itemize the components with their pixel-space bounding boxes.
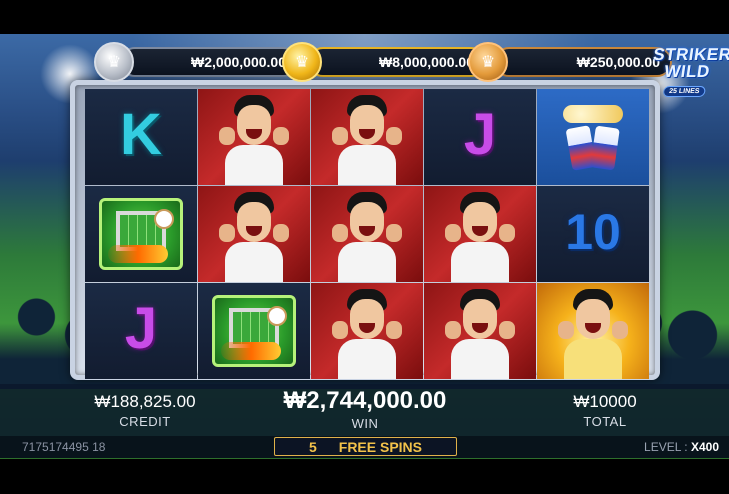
gold-crown-medal-icon: ♛ [282, 42, 322, 82]
credit-value: ₩188,825.00 [94, 392, 196, 411]
logo-lines-badge: 25 LINES [662, 86, 707, 97]
symbol-letter-k: K [85, 89, 197, 185]
symbol-goal-wild [198, 283, 310, 379]
symbol-player [311, 89, 423, 185]
total-label: TOTAL [583, 414, 627, 429]
logo-line-1: STRIKER [652, 45, 729, 64]
free-spins-label: FREE SPINS [338, 438, 423, 455]
player-icon [445, 289, 515, 379]
silver-crown-medal-icon: ♛ [94, 42, 134, 82]
beer-cans-icon [563, 105, 623, 171]
letter-j-text: J [463, 102, 497, 167]
symbol-letter-j: J [424, 89, 536, 185]
player-gold-icon [558, 289, 628, 379]
player-icon [219, 192, 289, 282]
number-10-text: 10 [565, 204, 621, 260]
credit-display: ₩188,825.00 CREDIT [60, 392, 230, 429]
letterbox-top [0, 0, 729, 34]
jackpot-gold-value: ₩8,000,000.00 [308, 47, 486, 77]
player-icon [332, 95, 402, 185]
player-icon [332, 192, 402, 282]
jackpot-bronze: ♛ ₩250,000.00 [468, 42, 672, 82]
reel-grid: K J J 10 [85, 89, 649, 379]
letter-j-text: J [124, 296, 158, 361]
total-bet-display[interactable]: ₩10000 TOTAL [540, 392, 670, 429]
win-value: ₩2,744,000.00 [283, 387, 447, 414]
credit-label: CREDIT [119, 414, 171, 429]
bottom-hud: ₩188,825.00 CREDIT ₩2,744,000.00 WIN ₩10… [0, 384, 729, 436]
symbol-player [424, 283, 536, 379]
symbol-beer-cans [537, 89, 649, 185]
level-display: LEVEL : X400 [644, 440, 719, 454]
bronze-crown-medal-icon: ♛ [468, 42, 508, 82]
jackpot-gold: ♛ ₩8,000,000.00 [282, 42, 486, 82]
symbol-letter-j: J [85, 283, 197, 379]
goal-wild-icon [212, 295, 296, 367]
letterbox-bottom [0, 459, 729, 494]
jackpot-bronze-value: ₩250,000.00 [494, 47, 672, 77]
player-icon [332, 289, 402, 379]
free-spins-counter: 5 FREE SPINS [274, 437, 457, 456]
reel-frame: K J J 10 [70, 80, 660, 380]
symbol-player [424, 186, 536, 282]
symbol-player [198, 186, 310, 282]
symbol-player [311, 186, 423, 282]
symbol-player-gold [537, 283, 649, 379]
jackpot-silver-value: ₩2,000,000.00 [120, 47, 298, 77]
free-spins-count: 5 [308, 438, 317, 455]
logo-line-2: WILD [663, 62, 712, 81]
jackpot-silver: ♛ ₩2,000,000.00 [94, 42, 298, 82]
symbol-number-10: 10 [537, 186, 649, 282]
symbol-goal-wild [85, 186, 197, 282]
win-display: ₩2,744,000.00 WIN [255, 387, 475, 432]
player-icon [445, 192, 515, 282]
level-label: LEVEL : [644, 440, 688, 454]
symbol-player [311, 283, 423, 379]
goal-wild-icon [99, 198, 183, 270]
level-value: X400 [690, 440, 719, 454]
session-id: 7175174495 18 [22, 440, 106, 454]
win-label: WIN [351, 416, 379, 431]
symbol-player [198, 89, 310, 185]
total-value: ₩10000 [573, 392, 637, 411]
letter-k-text: K [120, 102, 162, 167]
player-icon [219, 95, 289, 185]
